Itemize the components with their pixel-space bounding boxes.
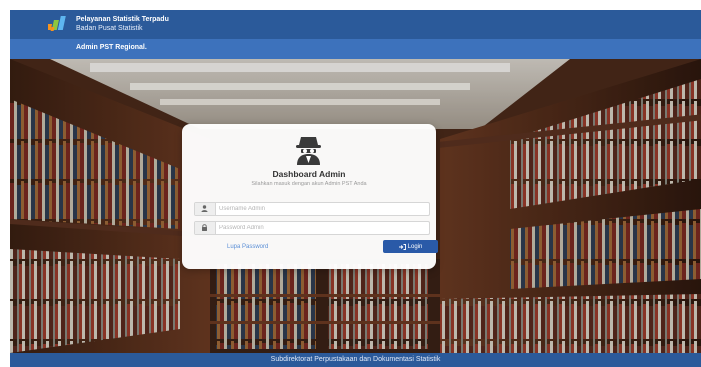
subheader: Admin PST Regional. [10,39,701,59]
subheader-title: Admin PST Regional. [76,44,147,51]
spy-admin-icon [296,137,321,165]
login-button[interactable]: Login [383,240,438,253]
username-field [194,202,430,216]
page-frame: Pelayanan Statistik Terpadu Badan Pusat … [10,10,701,367]
bps-logo-icon [48,16,66,31]
lock-icon [202,224,207,231]
header: Pelayanan Statistik Terpadu Badan Pusat … [10,10,701,39]
login-button-label: Login [407,243,423,250]
password-input[interactable] [219,222,425,234]
sign-in-icon [398,243,406,250]
footer: Subdirektorat Perpustakaan dan Dokumenta… [10,353,701,367]
login-card: Dashboard Admin Silahkan masuk dengan ak… [182,124,438,269]
forgot-password-link[interactable]: Lupa Password [227,244,268,250]
password-field [194,221,430,235]
username-input[interactable] [219,203,425,215]
card-title: Dashboard Admin [272,169,346,179]
brand-title: Pelayanan Statistik Terpadu [76,16,169,23]
username-addon [195,203,216,215]
password-addon [195,222,216,234]
user-icon [201,205,208,212]
footer-text: Subdirektorat Perpustakaan dan Dokumenta… [270,356,441,363]
card-subtitle: Silahkan masuk dengan akun Admin PST And… [251,181,367,187]
brand-subtitle: Badan Pusat Statistik [76,25,143,32]
